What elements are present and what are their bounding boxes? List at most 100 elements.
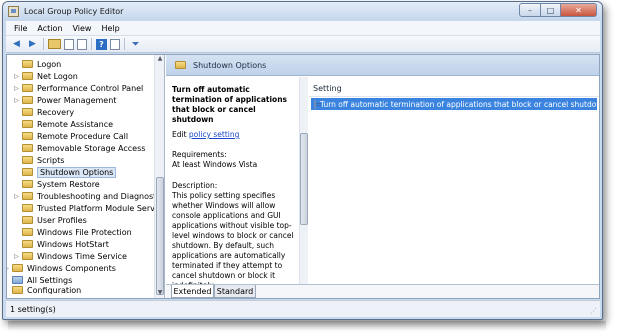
forward-arrow-icon[interactable]: ▶ [26,38,39,51]
status-text: 1 setting(s) [10,304,56,314]
settings-folder-icon [12,276,23,284]
extended-description: Turn off automatic termination of applic… [166,77,300,284]
tree-item-label: Windows File Protection [37,227,132,237]
tree-item[interactable]: ▷ Windows Components [7,262,116,274]
tree-item[interactable]: Recovery [13,106,74,118]
folder-icon [22,60,33,68]
tree-item[interactable]: Logon [13,58,61,70]
folder-icon [22,192,33,200]
expander-icon[interactable]: ▷ [13,73,20,80]
window-controls: – □ ✕ [519,3,597,17]
show-hide-tree-icon[interactable] [64,38,74,50]
properties-icon[interactable] [110,38,120,50]
tree-item-label: Shutdown Options [37,166,117,178]
app-window: Local Group Policy Editor – □ ✕ File Act… [2,1,603,320]
tree-item-label: Power Management [37,95,117,105]
policy-setting-link[interactable]: policy setting [189,130,239,139]
tree-item-selected[interactable]: Shutdown Options [13,166,117,178]
tree-item-label: Remote Assistance [37,119,114,129]
scroll-thumb[interactable] [300,133,308,225]
menu-help[interactable]: Help [101,24,119,33]
menu-file[interactable]: File [14,24,27,33]
tree-item[interactable]: Windows File Protection [13,226,132,238]
scroll-thumb[interactable] [156,177,164,295]
tab-extended[interactable]: Extended [171,285,214,298]
tree-item[interactable]: All Settings [7,274,72,286]
tree-item-label: User Profiles [37,215,87,225]
filter-icon[interactable]: ⏷ [129,38,142,51]
tree-item[interactable]: ▷ Windows Time Service [13,250,127,262]
close-button[interactable]: ✕ [561,3,597,17]
resize-grip-icon[interactable]: ⋰ [590,307,598,315]
minimize-button[interactable]: – [519,3,541,17]
main-content: Logon ▷ Net Logon ▷ Performance Control … [6,54,600,299]
view-tabs: Extended Standard [166,284,599,298]
expander-icon[interactable]: ▷ [7,265,10,272]
tree-item[interactable]: Removable Storage Access [13,142,145,154]
folder-icon [22,252,33,260]
tree-item[interactable]: User Profiles [13,214,87,226]
folder-icon [22,180,33,188]
tree-item-label: Scripts [37,155,65,165]
menu-action[interactable]: Action [37,24,62,33]
folder-icon [22,96,33,104]
tree-item[interactable]: System Restore [13,178,100,190]
tree-item[interactable]: Remote Assistance [13,118,113,130]
tree-item-label: Configuration [27,286,82,294]
policy-title: Turn off automatic termination of applic… [172,85,288,124]
tree-item-label: System Restore [37,179,100,189]
column-header-setting[interactable]: Setting [313,84,342,93]
tree-item-label: Windows Time Service [37,251,127,261]
expander-icon[interactable]: ▷ [13,97,20,104]
tree-item[interactable]: Scripts [13,154,64,166]
scroll-up-icon[interactable]: ▲ [156,55,164,63]
description-text: This policy setting specifies whether Wi… [172,191,294,284]
status-bar: 1 setting(s) ⋰ [6,300,600,317]
toolbar-divider [91,38,92,50]
toolbar-divider [43,38,44,50]
menu-view[interactable]: View [72,24,91,33]
tree-item[interactable]: Windows HotStart [13,238,109,250]
tab-standard[interactable]: Standard [214,285,256,298]
back-arrow-icon[interactable]: ◀ [10,38,23,51]
tree-item-label: Troubleshooting and Diagnostics [37,191,165,201]
maximize-button[interactable]: □ [541,3,561,17]
tree-scrollbar[interactable]: ▲ ▼ [154,55,164,298]
tree-item[interactable]: ▷ Troubleshooting and Diagnostics [13,190,165,202]
requirements-value: At least Windows Vista [172,160,258,169]
expander-icon[interactable]: ▷ [13,85,20,92]
tree-item[interactable]: Remote Procedure Call [13,130,128,142]
list-item-label: Turn off automatic termination of applic… [320,99,597,109]
header-divider [309,96,599,97]
expander-icon[interactable]: ▷ [13,193,20,200]
tree-item[interactable]: Configuration [7,286,81,294]
menu-bar: File Action View Help [6,21,600,36]
tree-item[interactable]: Trusted Platform Module Services [13,202,164,214]
folder-icon [22,204,33,212]
tree-item-label: Windows Components [27,263,116,273]
tree-item[interactable]: ▷ Performance Control Panel [13,82,143,94]
description-scrollbar[interactable] [299,77,308,284]
folder-icon [22,228,33,236]
tree-item[interactable]: ▷ Power Management [13,94,116,106]
app-icon [8,5,19,17]
section-banner: Shutdown Options [166,55,599,76]
policy-setting-icon [314,99,321,109]
title-bar[interactable]: Local Group Policy Editor – □ ✕ [3,2,602,20]
navigation-tree: Logon ▷ Net Logon ▷ Performance Control … [7,55,165,298]
edit-prefix: Edit [172,130,189,139]
toolbar: ◀ ▶ ? ⏷ [6,36,600,53]
export-list-icon[interactable] [77,38,87,50]
up-folder-icon[interactable] [48,39,61,49]
help-icon[interactable]: ? [96,38,107,50]
banner-title: Shutdown Options [193,60,267,70]
expander-icon[interactable]: ▷ [13,253,20,260]
scroll-down-icon[interactable]: ▼ [156,289,164,297]
tree-item[interactable]: ▷ Net Logon [13,70,78,82]
folder-icon [22,132,33,140]
settings-list: Setting Turn off automatic termination o… [309,77,599,284]
tree-item-label: Performance Control Panel [37,83,144,93]
list-item-selected[interactable]: Turn off automatic termination of applic… [311,98,597,110]
folder-icon [22,156,33,164]
requirements-label: Requirements: [172,150,227,159]
